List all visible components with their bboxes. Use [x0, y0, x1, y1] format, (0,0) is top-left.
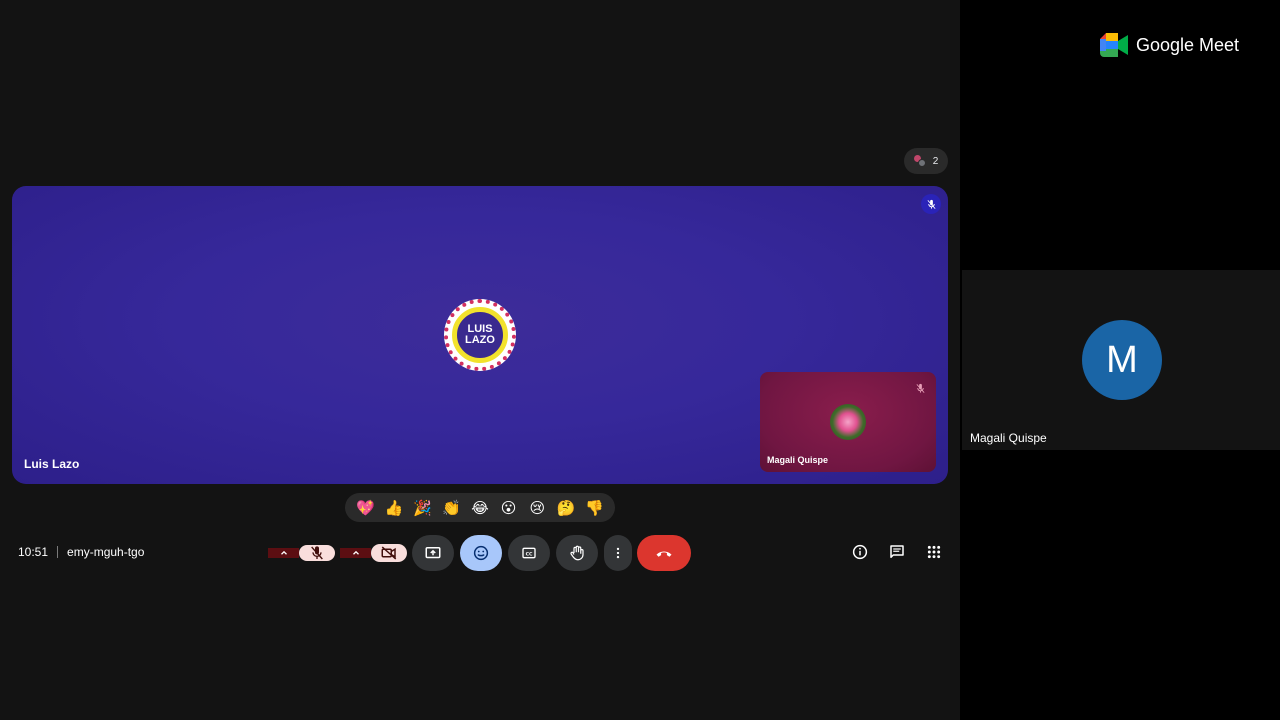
chat-icon	[890, 545, 904, 558]
side-panel: Google Meet M Magali Quispe	[960, 0, 1280, 720]
reaction-clap[interactable]: 👏	[438, 499, 464, 517]
reaction-surprised[interactable]: 😮	[496, 499, 522, 517]
self-avatar	[830, 404, 866, 440]
participant-counter[interactable]: 2	[904, 148, 948, 174]
activities-button[interactable]	[924, 542, 944, 562]
mic-off-icon	[912, 380, 928, 396]
meeting-details-button[interactable]	[850, 542, 870, 562]
mic-off-icon	[311, 546, 323, 560]
video-options-button[interactable]	[340, 548, 371, 558]
brand-name: Google Meet	[1136, 34, 1240, 55]
reaction-thumbs-down[interactable]: 👎	[582, 499, 608, 517]
mic-toggle-button[interactable]	[299, 545, 335, 561]
reaction-thinking[interactable]: 🤔	[553, 499, 579, 517]
chat-button[interactable]	[887, 542, 907, 562]
info-icon	[852, 544, 868, 560]
captions-button[interactable]: CC	[508, 535, 550, 571]
audio-options-button[interactable]	[268, 548, 299, 558]
reaction-heart[interactable]: 💖	[352, 499, 378, 517]
present-icon	[425, 547, 441, 559]
logo-line-2: LAZO	[465, 334, 495, 346]
camera-off-icon	[381, 546, 397, 560]
reaction-laugh[interactable]: 😂	[467, 499, 493, 517]
self-view-tile[interactable]: Magali Quispe	[760, 372, 936, 472]
participant-count: 2	[932, 155, 939, 167]
meeting-stage: 2 LUIS LAZO Luis Lazo Magali Quispe 💖 👍 …	[0, 0, 960, 720]
meeting-info: 10:51 emy-mguh-tgo	[18, 545, 144, 559]
mic-control	[268, 535, 335, 571]
reaction-party[interactable]: 🎉	[410, 499, 436, 517]
emoji-button[interactable]	[460, 535, 502, 571]
chevron-up-icon	[280, 550, 287, 555]
svg-text:CC: CC	[526, 551, 533, 557]
apps-grid-icon	[927, 545, 941, 559]
hand-icon	[570, 545, 584, 561]
participant-name: Luis Lazo	[24, 457, 80, 471]
reaction-thumbs-up[interactable]: 👍	[381, 499, 407, 517]
camera-control	[340, 535, 407, 571]
present-button[interactable]	[412, 535, 454, 571]
camera-toggle-button[interactable]	[371, 544, 407, 562]
meeting-code: emy-mguh-tgo	[67, 545, 145, 559]
reactions-bar: 💖 👍 🎉 👏 😂 😮 😢 🤔 👎	[345, 493, 615, 522]
participants-icon	[913, 155, 926, 167]
divider	[57, 546, 59, 558]
raise-hand-button[interactable]	[556, 535, 598, 571]
meeting-time: 10:51	[18, 545, 49, 559]
mic-off-icon	[921, 194, 941, 214]
participant-name: Magali Quispe	[970, 431, 1047, 445]
more-vert-icon	[616, 547, 620, 559]
participant-tile[interactable]: M Magali Quispe	[962, 270, 1280, 450]
call-end-icon	[656, 551, 672, 557]
captions-icon: CC	[522, 547, 536, 559]
self-name: Magali Quispe	[767, 455, 829, 465]
participant-avatar: M	[1082, 320, 1162, 400]
google-meet-logo-icon	[1100, 33, 1128, 57]
reaction-sad[interactable]: 😢	[524, 499, 550, 517]
participant-avatar: LUIS LAZO	[444, 299, 516, 371]
chevron-up-icon	[352, 550, 359, 555]
side-actions	[850, 542, 944, 562]
brand: Google Meet	[1100, 33, 1239, 57]
emoji-icon	[473, 545, 489, 561]
leave-call-button[interactable]	[637, 535, 691, 571]
more-options-button[interactable]	[604, 535, 632, 571]
